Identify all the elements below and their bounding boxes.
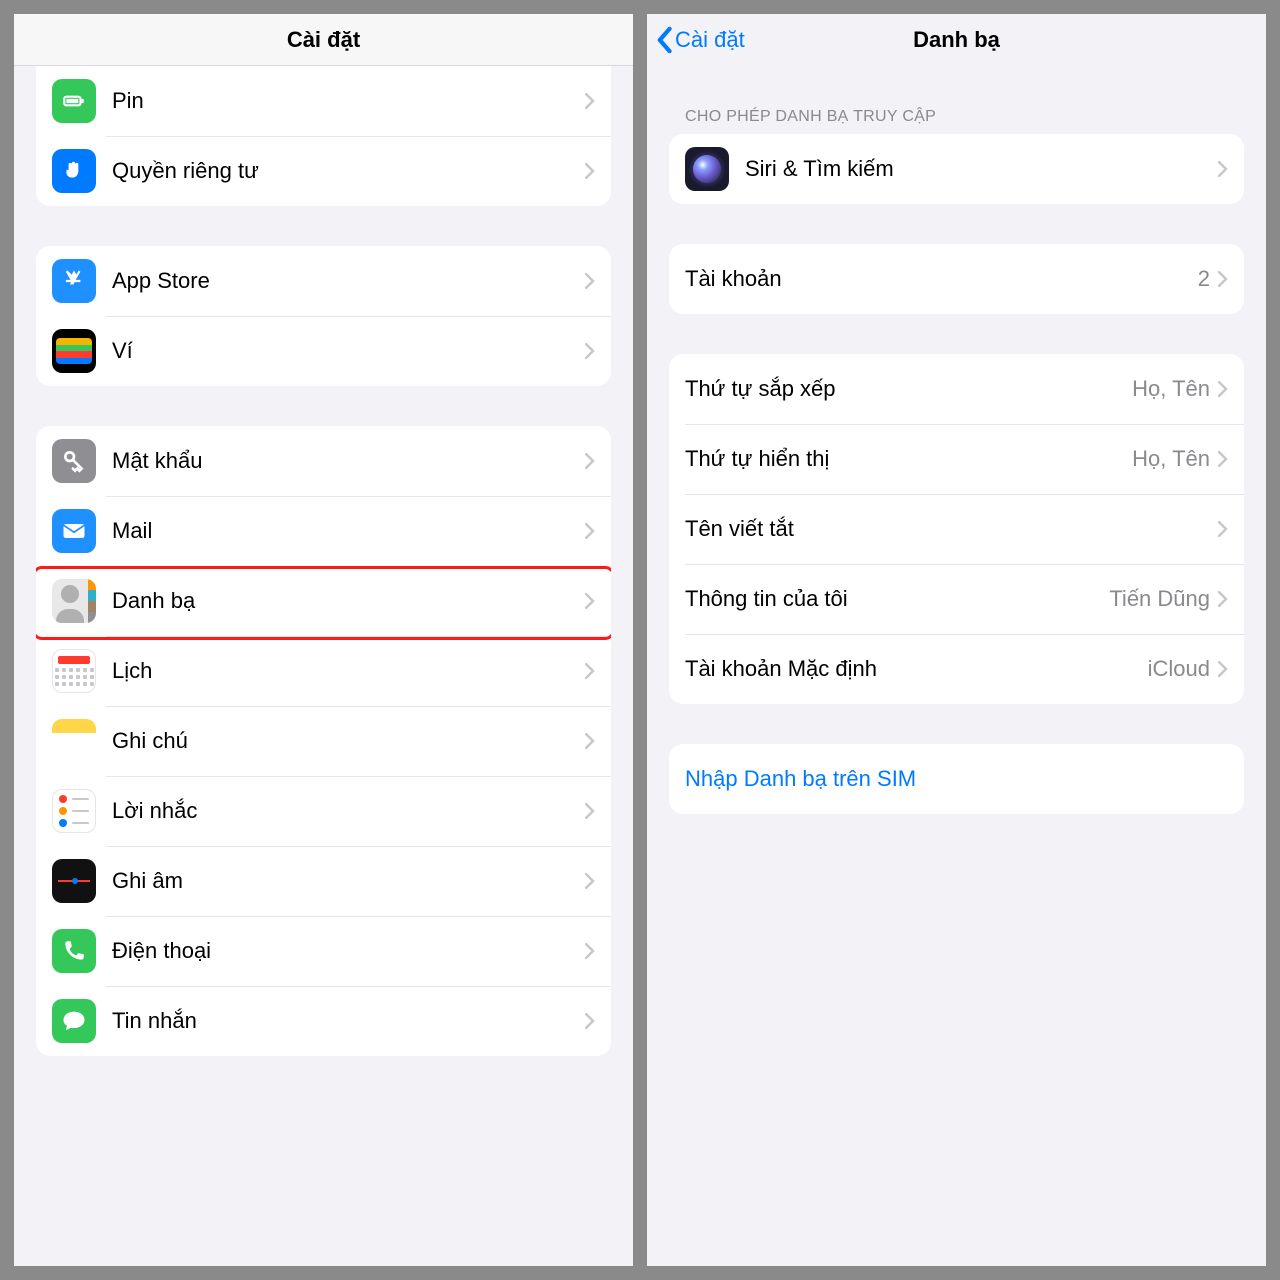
settings-group-2: App Store Ví [36,246,611,386]
hand-icon [52,149,96,193]
back-label: Cài đặt [675,27,745,53]
row-label: Tài khoản [685,266,1198,292]
row-display-order[interactable]: Thứ tự hiển thị Họ, Tên [669,424,1244,494]
chevron-right-icon [585,663,595,679]
row-contacts[interactable]: Danh bạ [36,566,611,636]
chevron-right-icon [1218,161,1228,177]
reminders-icon [52,789,96,833]
row-label: Tên viết tắt [685,516,1218,542]
voicememo-icon [52,859,96,903]
chevron-right-icon [585,453,595,469]
chevron-right-icon [585,93,595,109]
chevron-right-icon [585,803,595,819]
row-label: Điện thoại [112,938,585,964]
contacts-icon [52,579,96,623]
mail-icon [52,509,96,553]
contacts-title: Danh bạ [913,27,1000,53]
row-phone[interactable]: Điện thoại [36,916,611,986]
notes-icon [52,719,96,763]
row-value: Tiến Dũng [1109,586,1210,612]
row-calendar[interactable]: Lịch [36,636,611,706]
contacts-navbar: Cài đặt Danh bạ [647,14,1266,66]
row-reminders[interactable]: Lời nhắc [36,776,611,846]
chevron-right-icon [585,733,595,749]
group-siri: Siri & Tìm kiếm [669,134,1244,204]
row-passwords[interactable]: Mật khẩu [36,426,611,496]
phone-icon [52,929,96,973]
row-label: Nhập Danh bạ trên SIM [685,766,1228,792]
chevron-right-icon [585,1013,595,1029]
settings-panel: Cài đặt Pin Quyền riêng tư [14,14,633,1266]
chevron-right-icon [585,343,595,359]
row-voicememo[interactable]: Ghi âm [36,846,611,916]
chevron-right-icon [1218,521,1228,537]
settings-navbar: Cài đặt [14,14,633,66]
row-wallet[interactable]: Ví [36,316,611,386]
chevron-right-icon [1218,661,1228,677]
row-label: Danh bạ [112,588,585,614]
chevron-right-icon [585,593,595,609]
row-notes[interactable]: Ghi chú [36,706,611,776]
row-label: Siri & Tìm kiếm [745,156,1218,182]
row-label: Ghi chú [112,728,585,754]
row-sort-order[interactable]: Thứ tự sắp xếp Họ, Tên [669,354,1244,424]
row-import-sim[interactable]: Nhập Danh bạ trên SIM [669,744,1244,814]
row-value: 2 [1198,266,1210,292]
row-accounts[interactable]: Tài khoản 2 [669,244,1244,314]
chevron-right-icon [1218,271,1228,287]
row-siri[interactable]: Siri & Tìm kiếm [669,134,1244,204]
row-label: Thứ tự hiển thị [685,446,1132,472]
row-messages[interactable]: Tin nhắn [36,986,611,1056]
row-default-account[interactable]: Tài khoản Mặc định iCloud [669,634,1244,704]
row-label: Tài khoản Mặc định [685,656,1148,682]
row-label: Quyền riêng tư [112,158,585,184]
row-label: Tin nhắn [112,1008,585,1034]
settings-group-1: Pin Quyền riêng tư [36,66,611,206]
row-label: Mail [112,518,585,544]
chevron-right-icon [1218,591,1228,607]
appstore-icon [52,259,96,303]
settings-title: Cài đặt [287,27,360,53]
row-label: Thứ tự sắp xếp [685,376,1132,402]
row-value: iCloud [1148,656,1210,682]
settings-content[interactable]: Pin Quyền riêng tư App Store [14,66,633,1266]
row-appstore[interactable]: App Store [36,246,611,316]
row-value: Họ, Tên [1132,446,1210,472]
group-display-options: Thứ tự sắp xếp Họ, Tên Thứ tự hiển thị H… [669,354,1244,704]
row-value: Họ, Tên [1132,376,1210,402]
chevron-right-icon [585,273,595,289]
section-header-allow-access: CHO PHÉP DANH BẠ TRUY CẬP [685,108,1228,126]
row-battery[interactable]: Pin [36,66,611,136]
row-label: Mật khẩu [112,448,585,474]
row-label: App Store [112,268,585,294]
key-icon [52,439,96,483]
calendar-icon [52,649,96,693]
row-label: Ghi âm [112,868,585,894]
group-import-sim: Nhập Danh bạ trên SIM [669,744,1244,814]
group-accounts: Tài khoản 2 [669,244,1244,314]
row-label: Ví [112,338,585,364]
back-button[interactable]: Cài đặt [655,26,745,54]
battery-icon [52,79,96,123]
contacts-content[interactable]: CHO PHÉP DANH BẠ TRUY CẬP Siri & Tìm kiế… [647,66,1266,1266]
chevron-right-icon [585,943,595,959]
chevron-right-icon [585,873,595,889]
row-label: Thông tin của tôi [685,586,1109,612]
messages-icon [52,999,96,1043]
row-label: Lời nhắc [112,798,585,824]
row-mail[interactable]: Mail [36,496,611,566]
chevron-right-icon [1218,381,1228,397]
chevron-right-icon [1218,451,1228,467]
wallet-icon [52,329,96,373]
chevron-right-icon [585,523,595,539]
row-label: Lịch [112,658,585,684]
row-short-name[interactable]: Tên viết tắt [669,494,1244,564]
siri-icon [685,147,729,191]
contacts-panel: Cài đặt Danh bạ CHO PHÉP DANH BẠ TRUY CẬ… [647,14,1266,1266]
row-label: Pin [112,88,585,114]
chevron-right-icon [585,163,595,179]
row-privacy[interactable]: Quyền riêng tư [36,136,611,206]
settings-group-3: Mật khẩu Mail Danh bạ [36,426,611,1056]
row-my-info[interactable]: Thông tin của tôi Tiến Dũng [669,564,1244,634]
